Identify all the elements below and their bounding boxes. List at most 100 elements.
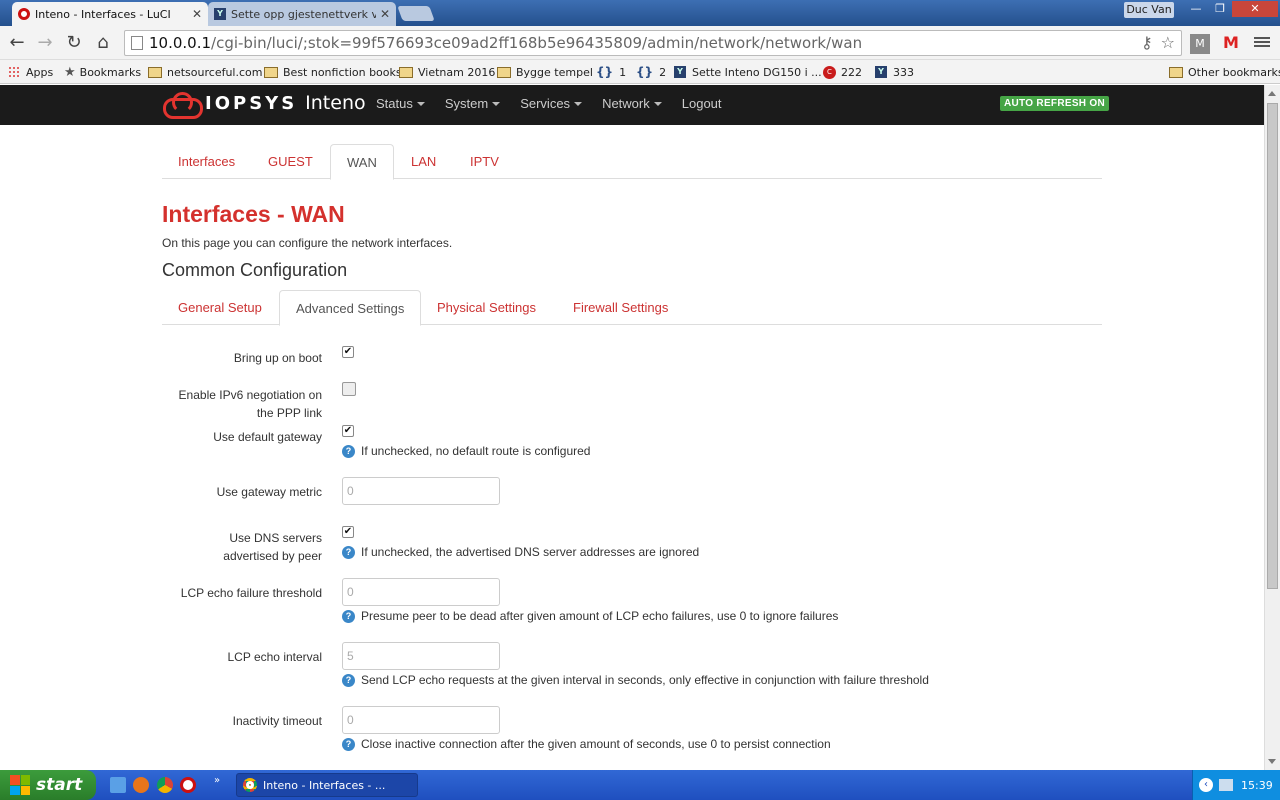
window-controls: — ❐ ✕ [1184, 1, 1278, 17]
bookmark-folder[interactable]: Bygge tempel [497, 64, 593, 80]
bookmark-other[interactable]: Other bookmarks [1169, 64, 1280, 80]
overflow-chevron-icon[interactable]: » [214, 775, 220, 786]
chrome-icon[interactable] [157, 777, 173, 793]
bookmark-item[interactable]: Y Sette Inteno DG150 i ... [674, 64, 822, 80]
opera-icon [18, 8, 30, 20]
nav-system[interactable]: System [445, 96, 501, 111]
firefox-icon[interactable] [133, 777, 149, 793]
apps-icon [8, 66, 20, 78]
bookmark-folder[interactable]: Vietnam 2016 [399, 64, 495, 80]
bring-up-on-boot-checkbox[interactable]: ✔ [342, 346, 354, 358]
browser-titlebar: Inteno - Interfaces - LuCI ✕ Y Sette opp… [0, 0, 1280, 26]
network-icon[interactable] [1219, 779, 1233, 791]
tab-firewall-settings[interactable]: Firewall Settings [557, 290, 684, 325]
tray-expand-icon[interactable]: ‹ [1199, 778, 1213, 792]
tab-physical-settings[interactable]: Physical Settings [421, 290, 552, 325]
bookmark-label: Bookmarks [79, 65, 142, 79]
info-icon: ? [342, 737, 355, 751]
profile-button[interactable]: Duc Van [1124, 2, 1174, 18]
nav-status[interactable]: Status [376, 96, 425, 111]
back-icon[interactable]: ← [6, 32, 28, 54]
dns-servers-checkbox[interactable]: ✔ [342, 526, 354, 538]
bookmark-folder[interactable]: Best nonfiction books [264, 64, 402, 80]
lcp-failure-input[interactable]: 0 [342, 578, 500, 606]
bookmark-bookmarks[interactable]: ★ Bookmarks [64, 64, 141, 80]
router-icon: Y [214, 8, 226, 20]
help-text: Send LCP echo requests at the given inte… [361, 673, 929, 687]
nav-network[interactable]: Network [602, 96, 662, 111]
router-icon: Y [674, 66, 686, 78]
restore-icon[interactable]: ❐ [1208, 1, 1232, 17]
menu-icon[interactable] [1254, 35, 1270, 51]
url-path: /cgi-bin/luci/;stok=99f576693ce09ad2ff16… [211, 34, 863, 52]
enable-ipv6-checkbox[interactable] [342, 382, 356, 396]
reload-icon[interactable]: ↻ [63, 32, 85, 54]
bookmark-label: 2 [659, 65, 667, 79]
router-icon: Y [875, 66, 887, 78]
tab-iptv[interactable]: IPTV [454, 144, 515, 179]
logo[interactable]: IOPSYS Inteno [163, 88, 366, 119]
folder-icon [497, 66, 511, 78]
bookmark-item[interactable]: {} 1 [596, 64, 626, 80]
scroll-up-icon[interactable] [1268, 91, 1276, 96]
folder-icon [264, 66, 278, 78]
taskbar: start » Inteno - Interfaces - ... ‹ 15:3… [0, 770, 1280, 800]
address-bar[interactable]: 10.0.0.1/cgi-bin/luci/;stok=99f576693ce0… [124, 30, 1182, 56]
system-tray: ‹ 15:39 [1192, 770, 1280, 800]
tab-wan[interactable]: WAN [330, 144, 394, 180]
label-line: Enable IPv6 negotiation on [178, 388, 322, 402]
bring-up-on-boot-label: Bring up on boot [233, 351, 322, 365]
tab-advanced-settings[interactable]: Advanced Settings [279, 290, 422, 326]
forward-icon[interactable]: → [34, 32, 56, 54]
bookmark-label: Apps [26, 65, 54, 79]
taskbar-item-chrome[interactable]: Inteno - Interfaces - ... [236, 773, 418, 797]
show-desktop-icon[interactable] [110, 777, 126, 793]
brace-icon: {} [596, 65, 614, 79]
bookmark-item[interactable]: {} 2 [636, 64, 666, 80]
close-icon[interactable]: ✕ [380, 7, 390, 21]
bookmark-folder[interactable]: netsourceful.com [148, 64, 262, 80]
minimize-icon[interactable]: — [1184, 1, 1208, 17]
close-icon[interactable]: ✕ [192, 7, 202, 21]
extension-m-icon[interactable]: M [1190, 34, 1210, 54]
lcp-failure-help: ? Presume peer to be dead after given amo… [342, 609, 838, 623]
key-icon[interactable]: ⚷ [1141, 33, 1153, 52]
default-gateway-checkbox[interactable]: ✔ [342, 425, 354, 437]
auto-refresh-badge[interactable]: AUTO REFRESH ON [1000, 96, 1109, 111]
windows-logo-icon [10, 775, 30, 795]
browser-tab-active[interactable]: Inteno - Interfaces - LuCI ✕ [12, 2, 208, 26]
home-icon[interactable]: ⌂ [92, 32, 114, 54]
new-tab-button[interactable] [397, 6, 435, 21]
tab-lan[interactable]: LAN [395, 144, 452, 179]
scroll-down-icon[interactable] [1268, 759, 1276, 764]
window-close-icon[interactable]: ✕ [1232, 1, 1278, 17]
tab-general-setup[interactable]: General Setup [162, 290, 278, 325]
bookmark-item[interactable]: C 222 [823, 64, 862, 80]
gmail-icon[interactable]: M [1221, 34, 1241, 52]
start-button[interactable]: start [0, 770, 96, 800]
bookmark-item[interactable]: Y 333 [875, 64, 914, 80]
gateway-metric-label: Use gateway metric [216, 485, 322, 499]
red-circle-icon: C [823, 65, 836, 79]
chrome-icon [243, 778, 257, 792]
tab-guest[interactable]: GUEST [252, 144, 329, 179]
browser-tab[interactable]: Y Sette opp gjestenettverk vec ✕ [208, 2, 396, 26]
enable-ipv6-label: Enable IPv6 negotiation on the PPP link [179, 386, 322, 422]
bookmark-apps[interactable]: Apps [8, 64, 53, 80]
scrollbar-thumb[interactable] [1267, 103, 1278, 589]
tab-interfaces[interactable]: Interfaces [162, 144, 251, 179]
bookmark-star-icon[interactable]: ☆ [1161, 33, 1175, 52]
info-icon: ? [342, 673, 355, 687]
clock[interactable]: 15:39 [1241, 779, 1273, 792]
opera-icon[interactable] [180, 777, 196, 793]
inactivity-input[interactable]: 0 [342, 706, 500, 734]
vertical-scrollbar[interactable] [1264, 85, 1280, 770]
nav-services[interactable]: Services [520, 96, 583, 111]
nav-logout[interactable]: Logout [682, 96, 722, 111]
info-icon: ? [342, 545, 355, 559]
bookmark-label: 1 [619, 65, 627, 79]
bookmark-label: 222 [841, 65, 862, 79]
lcp-interval-input[interactable]: 5 [342, 642, 500, 670]
nav-label: Logout [681, 96, 722, 111]
gateway-metric-input[interactable]: 0 [342, 477, 500, 505]
